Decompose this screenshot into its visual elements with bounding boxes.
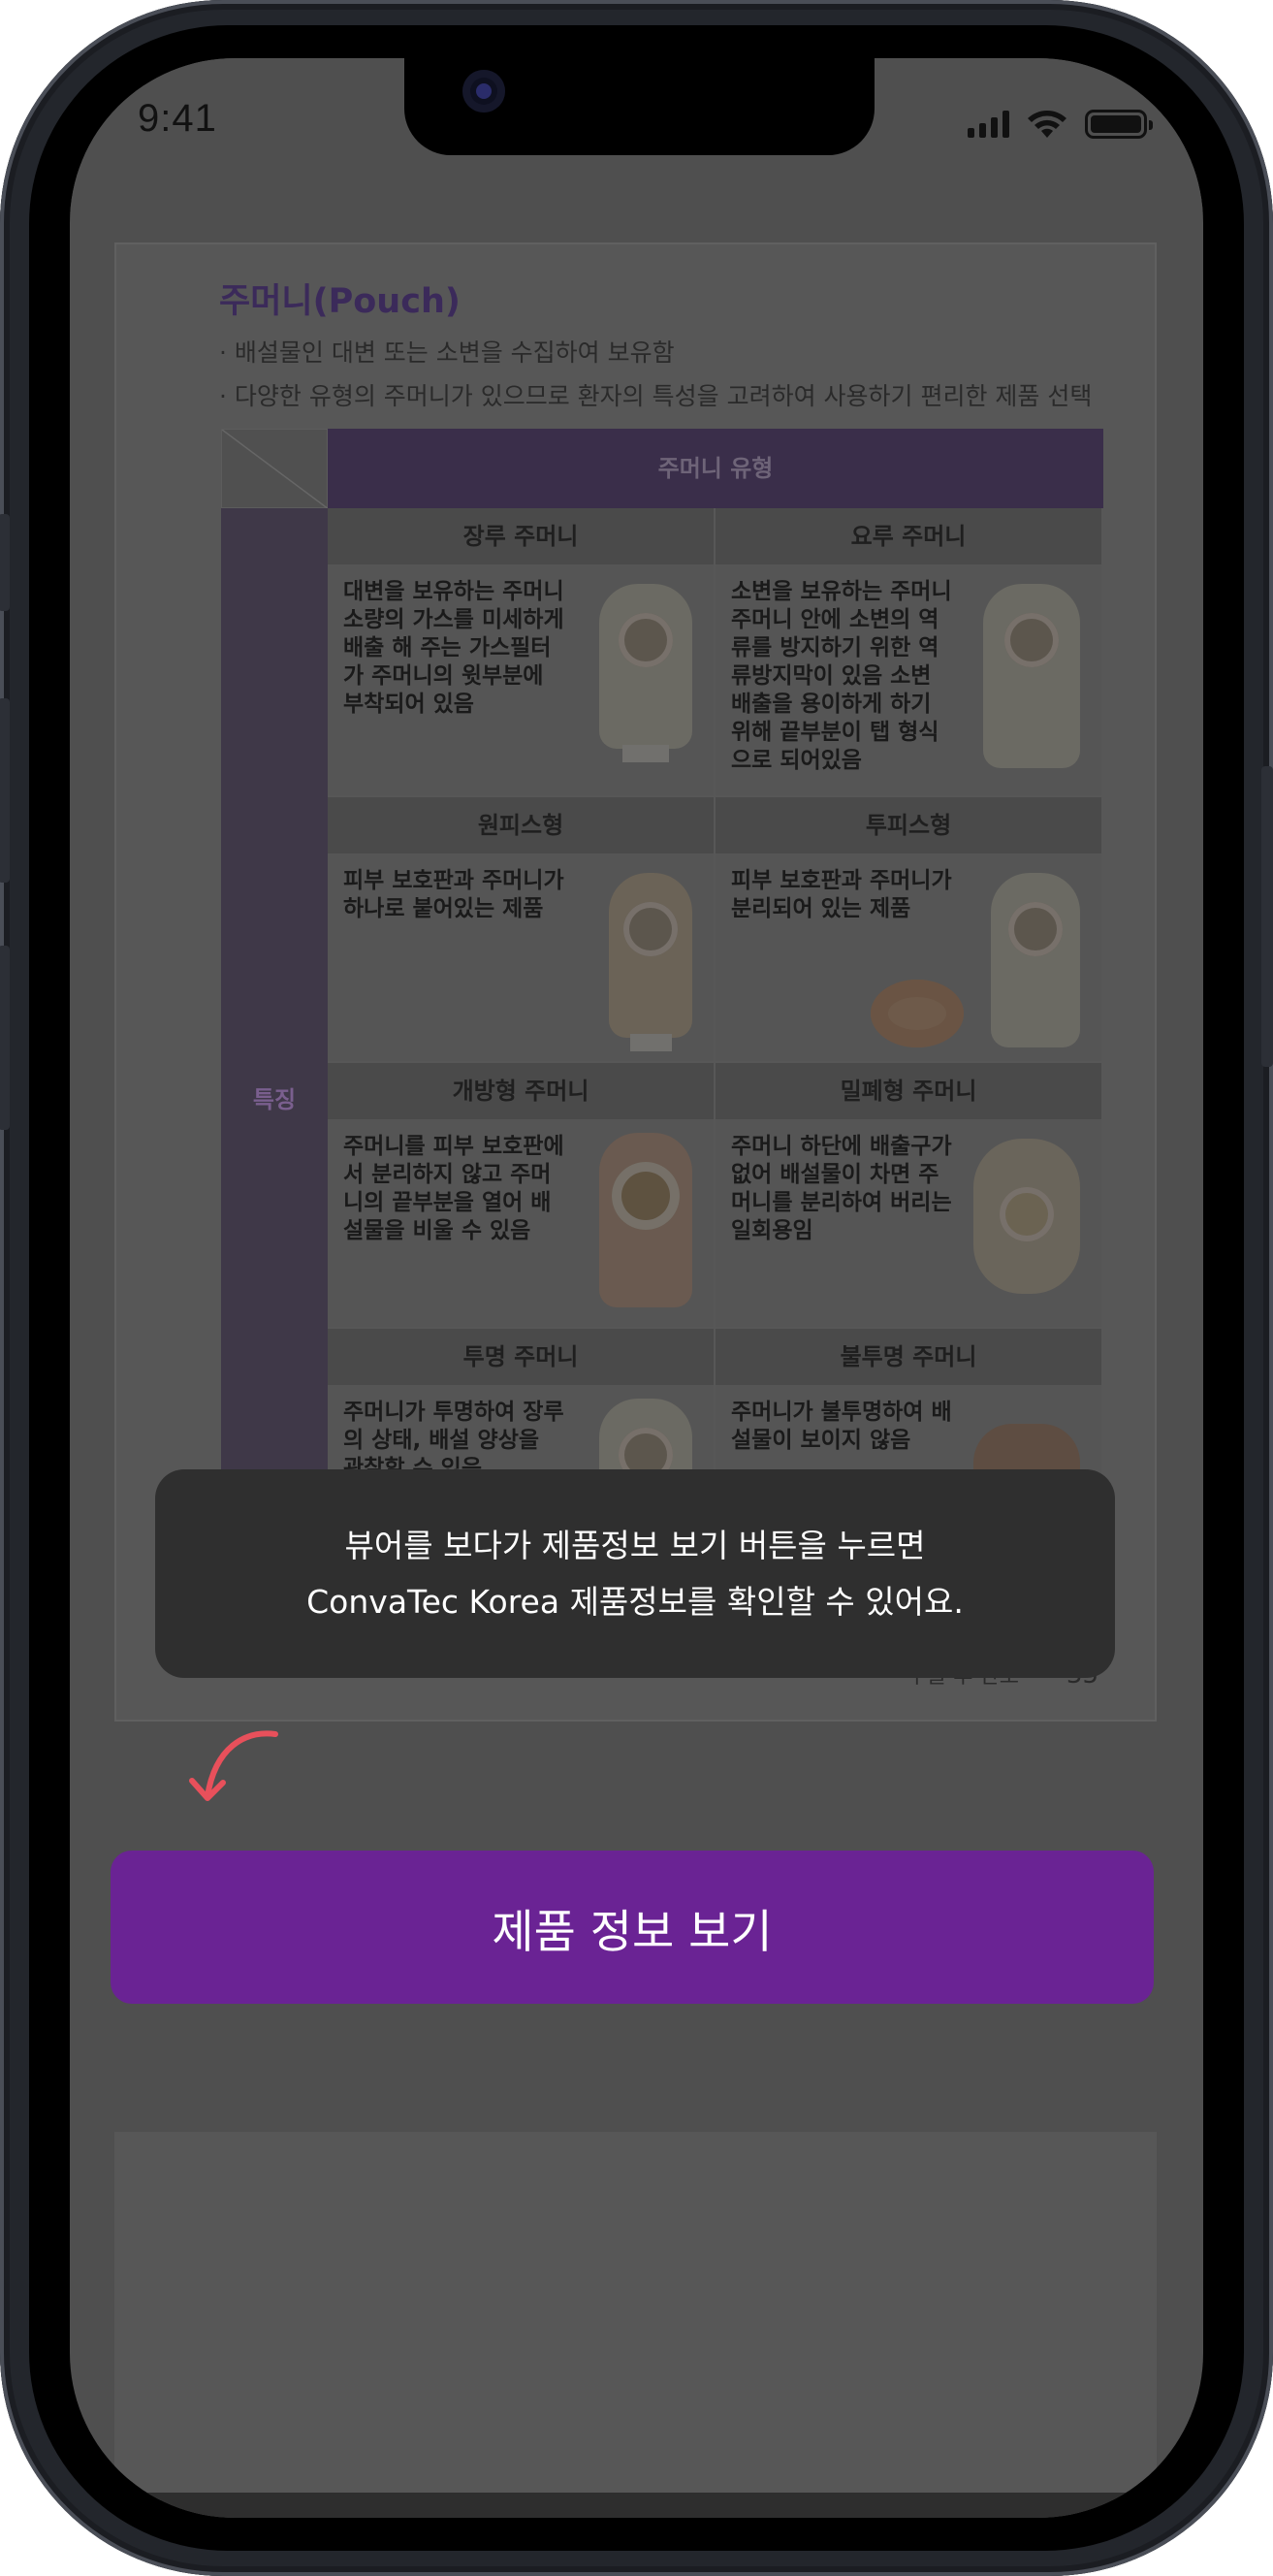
status-time: 9:41: [138, 97, 217, 140]
cell-heading: 개방형 주머니: [328, 1063, 714, 1119]
skin-barrier-image: [871, 980, 964, 1047]
cell-heading: 밀폐형 주머니: [716, 1063, 1101, 1119]
table-side-label: 특징: [252, 1086, 297, 1113]
dynamic-notch: [404, 58, 875, 155]
cellular-signal-icon: [968, 111, 1009, 138]
cell-heading: 원피스형: [328, 797, 714, 853]
cell-heading: 투명 주머니: [328, 1329, 714, 1385]
cell-heading: 장루 주머니: [328, 508, 714, 564]
table-cell: 개방형 주머니 주머니를 피부 보호판에서 분리하지 않고 주머니의 끝부분을 …: [328, 1063, 714, 1327]
cell-text: 소변을 보유하는 주머니 주머니 안에 소변의 역류를 방지하기 위한 역류방지…: [731, 579, 952, 773]
power-button: [1261, 766, 1273, 1067]
cell-heading: 불투명 주머니: [716, 1329, 1101, 1385]
view-product-info-button[interactable]: 제품 정보 보기: [111, 1851, 1154, 2004]
table-cell: 밀폐형 주머니 주머니 하단에 배출구가 없어 배설물이 차면 주머니를 분리하…: [716, 1063, 1101, 1327]
curved-arrow-hint-icon: [189, 1730, 278, 1801]
screen: 9:41 주머니(Pouch) · 배설물인 대변 또는 소변을 수집하여 보유…: [70, 58, 1203, 2518]
cell-heading: 요루 주머니: [716, 508, 1101, 564]
toast-line-1: 뷰어를 보다가 제품정보 보기 버튼을 누르면: [344, 1526, 926, 1564]
pouch-image: [973, 1139, 1080, 1294]
pouch-image: [991, 873, 1080, 1047]
document-bullet: · 배설물인 대변 또는 소변을 수집하여 보유함: [219, 338, 675, 367]
action-button: [0, 514, 10, 611]
cell-text: 피부 보호판과 주머니가 하나로 붙어있는 제품: [343, 868, 564, 921]
table-cell: 투피스형 피부 보호판과 주머니가 분리되어 있는 제품: [716, 797, 1101, 1061]
table-cell: 요루 주머니 소변을 보유하는 주머니 주머니 안에 소변의 역류를 방지하기 …: [716, 508, 1101, 795]
volume-down-button: [0, 946, 10, 1130]
table-header: 주머니 유형: [328, 429, 1103, 508]
cell-heading: 투피스형: [716, 797, 1101, 853]
pouch-image: [599, 584, 692, 762]
table-side: 특징: [221, 508, 328, 1593]
cell-text: 주머니 하단에 배출구가 없어 배설물이 차면 주머니를 분리하여 버리는 일회…: [731, 1134, 952, 1243]
pouch-image: [599, 1133, 692, 1307]
status-bar: 9:41: [70, 58, 1203, 213]
toast-line-2: ConvaTec Korea 제품정보를 확인할 수 있어요.: [306, 1582, 964, 1621]
table-corner: [221, 429, 330, 510]
cell-text: 피부 보호판과 주머니가 분리되어 있는 제품: [731, 868, 952, 921]
bottom-panel: [114, 2132, 1157, 2500]
pouch-image: [983, 584, 1080, 768]
cell-text: 대변을 보유하는 주머니 소량의 가스를 미세하게 배출 해 주는 가스필터가 …: [343, 579, 564, 717]
table-cell: 원피스형 피부 보호판과 주머니가 하나로 붙어있는 제품: [328, 797, 714, 1061]
table-cell: 장루 주머니 대변을 보유하는 주머니 소량의 가스를 미세하게 배출 해 주는…: [328, 508, 714, 795]
cell-text: 주머니를 피부 보호판에서 분리하지 않고 주머니의 끝부분을 열어 배설물을 …: [343, 1134, 564, 1243]
battery-icon: [1085, 110, 1153, 139]
document-bullet: · 다양한 유형의 주머니가 있으므로 환자의 특성을 고려하여 사용하기 편리…: [219, 382, 1093, 410]
status-icons: [968, 109, 1153, 140]
front-camera-icon: [462, 70, 505, 113]
document-title: 주머니(Pouch): [219, 282, 461, 321]
pouch-image: [609, 873, 692, 1051]
corner-diagonal: [221, 429, 330, 510]
pouch-type-table: 주머니 유형 특징 장루 주머니 대변을 보유하는 주머니 소량의 가스를 미세…: [221, 429, 1103, 1593]
wifi-icon: [1028, 111, 1066, 138]
hint-toast: 뷰어를 보다가 제품정보 보기 버튼을 누르면 ConvaTec Korea 제…: [155, 1469, 1115, 1678]
volume-up-button: [0, 698, 10, 883]
cell-text: 주머니가 불투명하여 배설물이 보이지 않음: [731, 1400, 952, 1453]
home-indicator-area: [70, 2493, 1203, 2518]
